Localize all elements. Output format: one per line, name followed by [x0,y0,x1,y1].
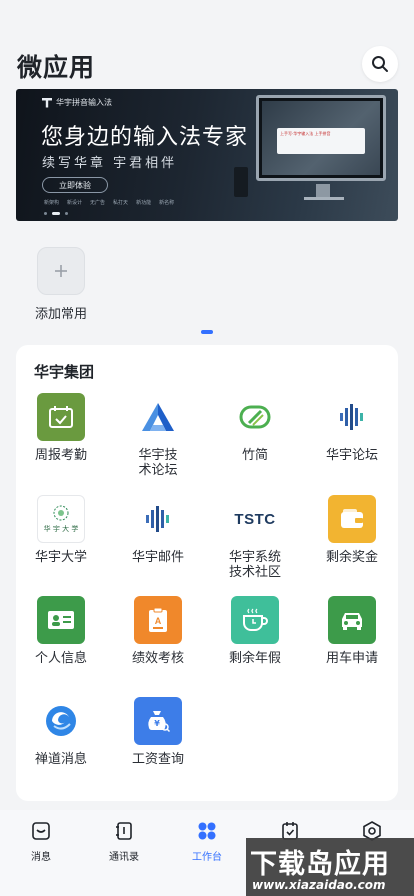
coffee-cup-icon [231,596,279,644]
triangle-logo-icon [134,393,182,441]
promo-banner[interactable]: 上手写·华宇输入法 上手拼音 华宇拼音输入法 您身边的输入法专家 续写华章 宇君… [16,89,398,221]
app-label: 华宇论坛 [325,448,378,463]
calendar-check-icon [37,393,85,441]
banner-tag: 无广告 [90,200,106,206]
speaker-image [234,167,248,197]
app-label: 工资查询 [131,752,184,767]
app-label: 剩余奖金 [325,550,378,565]
app-label: 剩余年假 [228,651,281,666]
monitor-image: 上手写·华宇输入法 上手拼音 [256,95,386,181]
pagination-dot [44,212,47,215]
app-label: 禅道消息 [34,752,87,767]
page-indicator [201,330,213,334]
tab-messages[interactable]: 消息 [1,820,81,863]
university-logo-icon: 华 宇 大 学 [37,495,85,543]
svg-text:A: A [155,616,162,626]
search-icon [372,56,388,72]
monitor-popup-text: 上手写·华宇输入法 上手拼音 [277,128,365,154]
watermark: 下载岛应用 www.xiazaidao.com [246,838,414,896]
bamboo-slip-icon [231,393,279,441]
group-card: 华宇集团 周报考勤 华宇技术论坛 竹简 华宇论坛 华 宇 大 学 华宇大学 华宇… [16,345,398,801]
contacts-book-icon [113,820,135,842]
pagination-dot-active [52,212,60,215]
banner-tag: 私打天 [113,200,129,206]
app-annual-leave[interactable]: 剩余年假 [210,596,300,666]
app-tech-forum[interactable]: 华宇技术论坛 [113,393,203,478]
banner-cta-button[interactable]: 立即体验 [42,177,108,193]
app-car-request[interactable]: 用车申请 [307,596,397,666]
app-bamboo[interactable]: 竹简 [210,393,300,463]
banner-title: 您身边的输入法专家 [41,125,249,150]
university-logo-text: 华 宇 大 学 [43,525,79,533]
app-remaining-bonus[interactable]: 剩余奖金 [307,495,397,565]
car-icon [328,596,376,644]
group-title: 华宇集团 [34,363,95,381]
app-performance[interactable]: A 绩效考核 [113,596,203,666]
app-weekly-attendance[interactable]: 周报考勤 [16,393,106,463]
search-button[interactable] [362,46,398,82]
tab-workbench[interactable]: 工作台 [167,820,247,863]
tab-contacts[interactable]: 通讯录 [84,820,164,863]
app-label: 华宇技术论坛 [138,448,178,478]
app-label: 华宇系统技术社区 [228,550,281,580]
waveform-logo-icon [134,495,182,543]
app-forum[interactable]: 华宇论坛 [307,393,397,463]
app-salary-query[interactable]: ¥ 工资查询 [113,697,203,767]
app-label: 华宇大学 [34,550,87,565]
message-icon [30,820,52,842]
add-favorite[interactable]: 添加常用 [30,247,92,322]
waveform-logo-icon [328,393,376,441]
banner-tag: 新功能 [136,200,152,206]
banner-tag: 新设计 [67,200,83,206]
app-label: 个人信息 [34,651,87,666]
banner-tag: 新名称 [159,200,175,206]
tab-label: 消息 [31,852,51,863]
plus-icon [55,265,67,277]
app-zentao[interactable]: 禅道消息 [16,697,106,767]
banner-pagination [44,212,68,215]
watermark-url: www.xiazaidao.com [252,878,386,892]
tstc-logo-text: TSTC [234,510,276,528]
banner-subtitle: 续写华章 宇君相伴 [42,156,178,171]
tstc-logo-icon: TSTC [231,495,279,543]
app-tstc[interactable]: TSTC 华宇系统技术社区 [210,495,300,580]
svg-text:¥: ¥ [154,719,160,728]
zentao-logo-icon [37,697,85,745]
app-label: 华宇邮件 [131,550,184,565]
add-favorite-label: 添加常用 [34,307,87,322]
tab-label: 通讯录 [109,852,139,863]
workbench-grid-icon [196,820,218,842]
app-label: 竹简 [241,448,268,463]
app-label: 用车申请 [325,651,378,666]
banner-tags: 新架构 新设计 无广告 私打天 新功能 新名称 [44,199,174,206]
app-university[interactable]: 华 宇 大 学 华宇大学 [16,495,106,565]
id-card-icon [37,596,85,644]
banner-tag: 新架构 [44,200,60,206]
add-favorite-button[interactable] [37,247,85,295]
app-label: 绩效考核 [131,651,184,666]
pagination-dot [65,212,68,215]
salary-bag-icon: ¥ [134,697,182,745]
app-mail[interactable]: 华宇邮件 [113,495,203,565]
header: 微应用 [0,40,414,86]
page-title: 微应用 [17,53,96,82]
clipboard-grade-icon: A [134,596,182,644]
wallet-icon [328,495,376,543]
watermark-title: 下载岛应用 [250,849,390,880]
banner-brand: 华宇拼音输入法 [42,97,112,108]
brand-logo-icon [42,97,52,108]
app-label: 周报考勤 [34,448,87,463]
tab-label: 工作台 [192,852,222,863]
app-personal-info[interactable]: 个人信息 [16,596,106,666]
